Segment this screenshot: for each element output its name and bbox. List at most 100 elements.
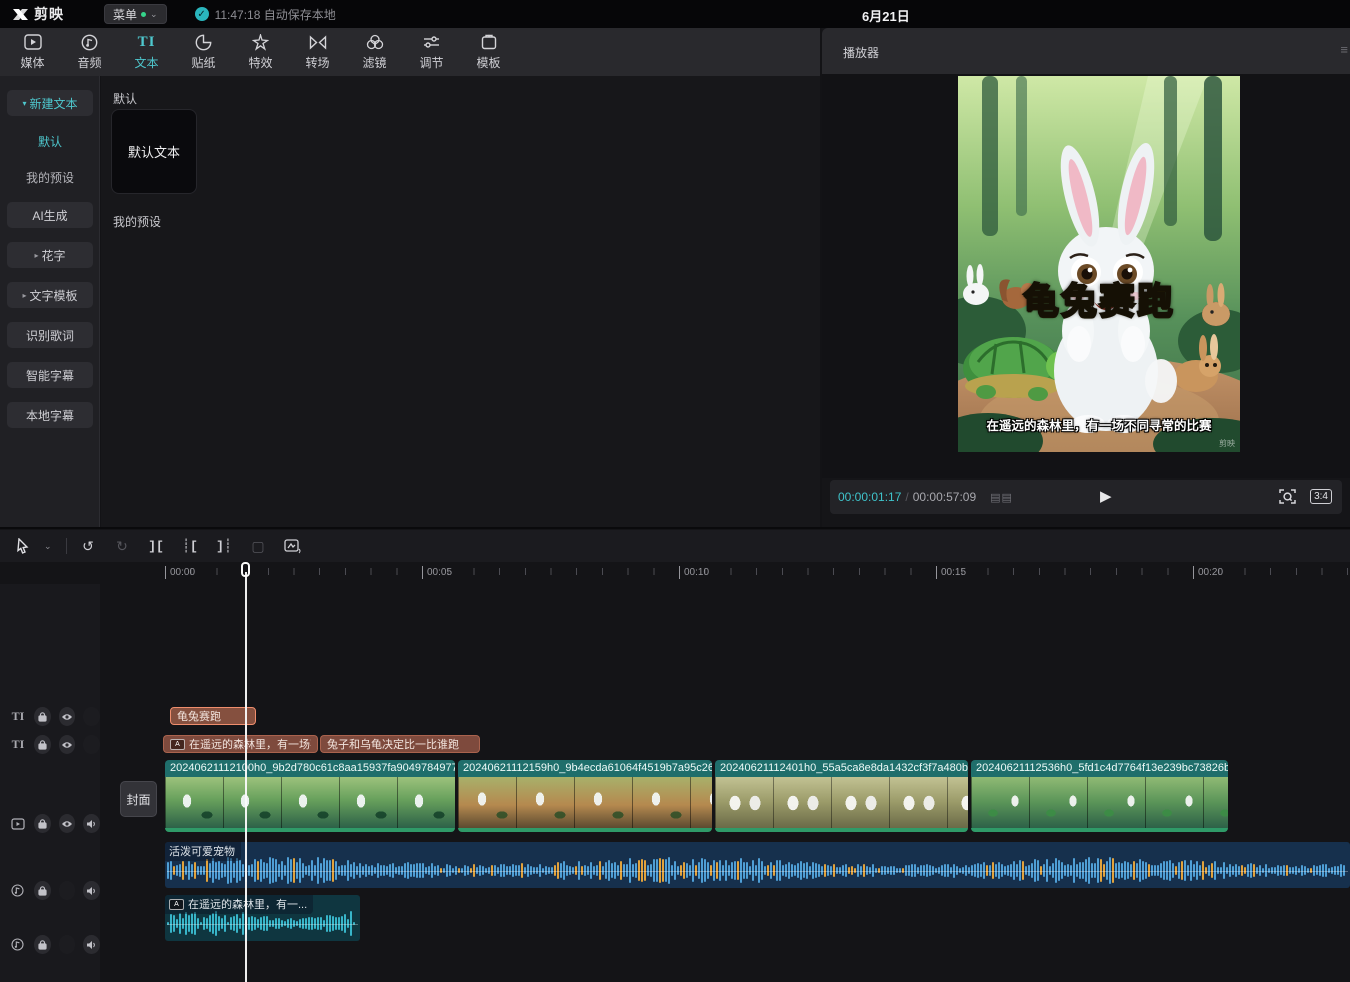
cover-button[interactable]: 封面 [120,781,157,817]
ribbon-tab-audio[interactable]: 音频 [61,30,118,74]
text-clip-subtitle-2[interactable]: 兔子和乌龟决定比一比谁跑 [320,735,480,753]
ribbon-tab-template[interactable]: 模板 [460,30,517,74]
watermark: 剪映 [1219,438,1235,449]
ruler-label: 00:05 [422,566,452,579]
lock-icon[interactable] [34,735,51,754]
current-date: 6月21日 [862,6,910,25]
sidebar-item-ai-generate[interactable]: AI生成 [7,202,93,228]
effects-icon [252,33,269,51]
video-clip-1[interactable]: 20240621112100h0_9b2d780c61c8aa15937fa90… [165,760,455,832]
audio-clip-music[interactable]: 活泼可爱宠物 [165,842,1350,888]
default-text-card[interactable]: 默认文本 [111,109,197,194]
ribbon-tab-adjust[interactable]: 调节 [403,30,460,74]
lock-icon[interactable] [34,935,51,954]
tts-icon: A [170,739,185,750]
ribbon-tab-transition[interactable]: 转场 [289,30,346,74]
text-clip-label: 兔子和乌龟决定比一比谁跑 [327,736,459,752]
sidebar-item-label: 识别歌词 [26,327,74,344]
lock-icon[interactable] [34,707,51,726]
ribbon-tab-label: 媒体 [20,54,44,71]
sidebar-item-new-text[interactable]: ▾ 新建文本 [7,90,93,116]
preview-subtitle-overlay[interactable]: 在遥远的森林里，有一场不同寻常的比赛 [958,415,1240,434]
lock-icon[interactable] [34,814,51,833]
lock-icon[interactable] [34,881,51,900]
ribbon-tab-sticker[interactable]: 贴纸 [175,30,232,74]
sidebar-item-label: AI生成 [32,207,67,224]
text-clip-subtitle-1[interactable]: A 在遥远的森林里，有一场不同寻 [163,735,318,753]
video-thumbnails [165,777,455,828]
video-clip-3[interactable]: 20240621112401h0_55a5ca8e8da1432cf3f7a48… [715,760,968,832]
video-clip-name: 20240621112100h0_9b2d780c61c8aa15937fa90… [165,760,455,777]
video-clip-4[interactable]: 20240621112536h0_5fd1c4d7764f13e239bc738… [971,760,1228,832]
sidebar-item-local-captions[interactable]: 本地字幕 [7,402,93,428]
eye-icon[interactable] [59,735,76,754]
sidebar-item-label: 本地字幕 [26,407,74,424]
delete-left-icon[interactable]: ┊[ [177,534,203,558]
speaker-icon[interactable] [83,935,100,954]
play-button[interactable]: ▶ [1100,487,1112,505]
video-track-icon [10,815,26,833]
text-library-panel: 默认 默认文本 我的预设 [101,76,820,527]
player-controls: 00:00:01:17 / 00:00:57:09 ▤▤ ▶ 3:4 [830,480,1342,514]
preview-zone: 龟兔赛跑 在遥远的森林里，有一场不同寻常的比赛 剪映 [822,74,1350,478]
delete-icon[interactable]: ▢ [245,534,271,558]
ribbon-tab-effects[interactable]: 特效 [232,30,289,74]
sidebar-item-text-template[interactable]: ▸ 文字模板 [7,282,93,308]
player-menu-icon[interactable]: ≡ [1340,42,1348,57]
mute-icon[interactable] [83,707,100,726]
preview-quality-icon[interactable]: ▤▤ [990,491,1013,504]
default-text-card-label: 默认文本 [128,142,180,161]
text-clip-label: 龟兔赛跑 [177,708,221,724]
sidebar-item-label: 默认 [38,133,62,150]
time-separator: / [905,490,908,504]
sidebar-item-lyrics-recognition[interactable]: 识别歌词 [7,322,93,348]
select-cursor-icon[interactable] [10,534,36,558]
menu-status-dot [141,12,146,17]
menu-button[interactable]: 菜单 ⌄ [104,4,167,24]
ribbon-tab-text[interactable]: TI 文本 [118,30,175,74]
preview-title-overlay[interactable]: 龟兔赛跑 [958,272,1240,324]
ruler-label: 00:10 [679,566,709,579]
audio-track1-header [0,881,100,900]
speaker-icon[interactable] [83,814,100,833]
text-track-icon: TI [10,736,26,754]
audio-clip-voice[interactable]: A 在遥远的森林里，有一... [165,895,360,941]
redo-icon[interactable]: ↻ [109,534,135,558]
undo-icon[interactable]: ↺ [75,534,101,558]
fullscreen-icon[interactable] [1279,488,1296,505]
sticker-icon [195,33,212,51]
eye-icon[interactable] [59,881,76,900]
sidebar-item-my-presets[interactable]: 我的预设 [0,166,100,188]
video-clip-2[interactable]: 20240621112159h0_9b4ecda61064f4519b7a95c… [458,760,712,832]
audio-track2-header [0,935,100,954]
eye-icon[interactable] [59,935,76,954]
eye-icon[interactable] [59,814,76,833]
ribbon-tab-label: 调节 [419,54,443,71]
delete-right-icon[interactable]: ]┊ [211,534,237,558]
autosave-text: 11:47:18 自动保存本地 [215,6,336,23]
total-duration: 00:00:57:09 [913,490,976,504]
adjust-icon [423,33,440,51]
aspect-ratio-button[interactable]: 3:4 [1310,489,1332,504]
ribbon-tab-filter[interactable]: 滤镜 [346,30,403,74]
audio-track-icon [10,936,26,954]
audio-clip-label-wrap: A 在遥远的森林里，有一... [165,895,313,914]
sidebar-item-default[interactable]: 默认 [0,130,100,152]
mute-icon[interactable] [83,735,100,754]
ribbon-tab-label: 转场 [305,54,329,71]
ribbon-tab-media[interactable]: 媒体 [4,30,61,74]
section-title-default: 默认 [113,90,137,107]
extract-audio-icon[interactable] [279,534,305,558]
section-title-my-presets: 我的预设 [113,213,161,230]
speaker-icon[interactable] [83,881,100,900]
split-icon[interactable]: ][ [143,534,169,558]
sidebar-item-fancy-text[interactable]: ▸ 花字 [7,242,93,268]
preview-scene [958,76,1240,452]
video-preview[interactable]: 龟兔赛跑 在遥远的森林里，有一场不同寻常的比赛 剪映 [958,76,1240,452]
text-clip-title[interactable]: 龟兔赛跑 [170,707,256,725]
cursor-menu-chevron-icon[interactable]: ⌄ [44,541,58,552]
waveform-centerline [167,924,358,925]
sidebar-item-smart-captions[interactable]: 智能字幕 [7,362,93,388]
eye-icon[interactable] [59,707,76,726]
timeline-ruler[interactable]: 00:00 00:05 00:10 00:15 00:20 [0,562,1350,584]
